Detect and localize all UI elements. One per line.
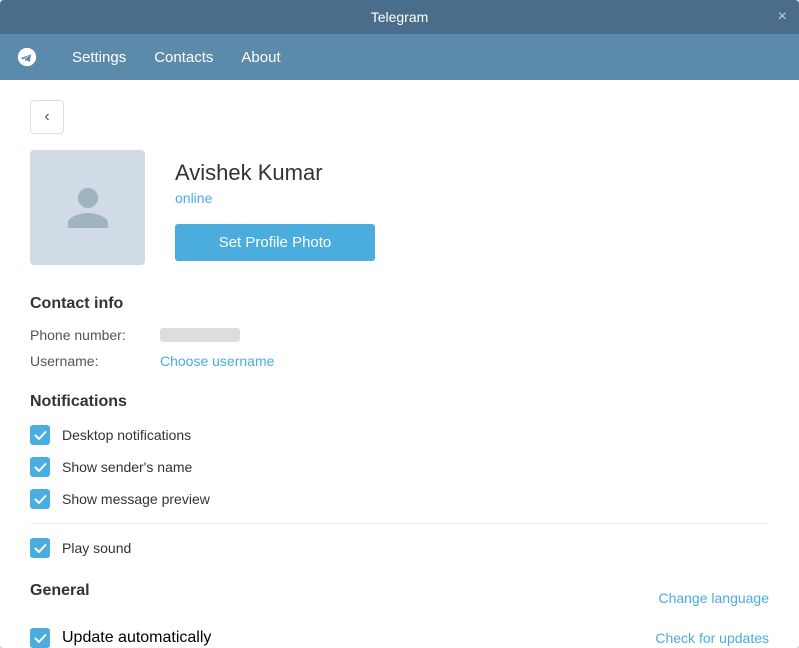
update-automatically-label: Update automatically <box>62 629 211 647</box>
set-profile-photo-button[interactable]: Set Profile Photo <box>175 224 375 261</box>
username-label: Username: <box>30 353 160 369</box>
separator <box>30 523 769 524</box>
play-sound-label: Play sound <box>62 540 131 556</box>
profile-name: Avishek Kumar <box>175 160 375 186</box>
notifications-title: Notifications <box>30 393 769 411</box>
back-icon: ‹ <box>44 108 49 126</box>
menu-bar: Settings Contacts About <box>0 34 799 80</box>
profile-status: online <box>175 190 375 206</box>
update-left: Update automatically <box>30 628 211 648</box>
desktop-notifications-label: Desktop notifications <box>62 427 191 443</box>
menu-item-contacts[interactable]: Contacts <box>140 41 227 74</box>
general-title: General <box>30 582 90 600</box>
contact-info-title: Contact info <box>30 295 769 313</box>
menu-item-about[interactable]: About <box>227 41 294 74</box>
profile-info: Avishek Kumar online Set Profile Photo <box>175 150 375 261</box>
content-area: ‹ Avishek Kumar online Set Profile Photo… <box>0 80 799 648</box>
title-bar: Telegram × <box>0 0 799 34</box>
choose-username-link[interactable]: Choose username <box>160 353 274 369</box>
desktop-notifications-row: Desktop notifications <box>30 425 769 445</box>
show-message-preview-label: Show message preview <box>62 491 210 507</box>
window-title: Telegram <box>371 9 429 25</box>
profile-section: Avishek Kumar online Set Profile Photo <box>30 150 769 265</box>
main-window: Telegram × Settings Contacts About ‹ Avi… <box>0 0 799 648</box>
show-sender-name-label: Show sender's name <box>62 459 192 475</box>
menu-item-settings[interactable]: Settings <box>58 41 140 74</box>
show-message-preview-row: Show message preview <box>30 489 769 509</box>
username-row: Username: Choose username <box>30 353 769 369</box>
avatar <box>30 150 145 265</box>
general-section: General Change language Update automatic… <box>30 582 769 648</box>
phone-value <box>160 328 240 342</box>
show-sender-name-row: Show sender's name <box>30 457 769 477</box>
show-message-preview-checkbox[interactable] <box>30 489 50 509</box>
play-sound-row: Play sound <box>30 538 769 558</box>
play-sound-checkbox[interactable] <box>30 538 50 558</box>
update-row: Update automatically Check for updates <box>30 628 769 648</box>
back-button[interactable]: ‹ <box>30 100 64 134</box>
desktop-notifications-checkbox[interactable] <box>30 425 50 445</box>
show-sender-name-checkbox[interactable] <box>30 457 50 477</box>
check-for-updates-link[interactable]: Check for updates <box>655 630 769 646</box>
close-button[interactable]: × <box>778 9 787 25</box>
telegram-logo <box>12 42 42 72</box>
contact-info-section: Contact info Phone number: Username: Cho… <box>30 295 769 369</box>
notifications-section: Notifications Desktop notifications Show… <box>30 393 769 558</box>
change-language-link[interactable]: Change language <box>658 590 769 606</box>
phone-row: Phone number: <box>30 327 769 343</box>
general-header: General Change language <box>30 582 769 614</box>
phone-label: Phone number: <box>30 327 160 343</box>
update-automatically-checkbox[interactable] <box>30 628 50 648</box>
